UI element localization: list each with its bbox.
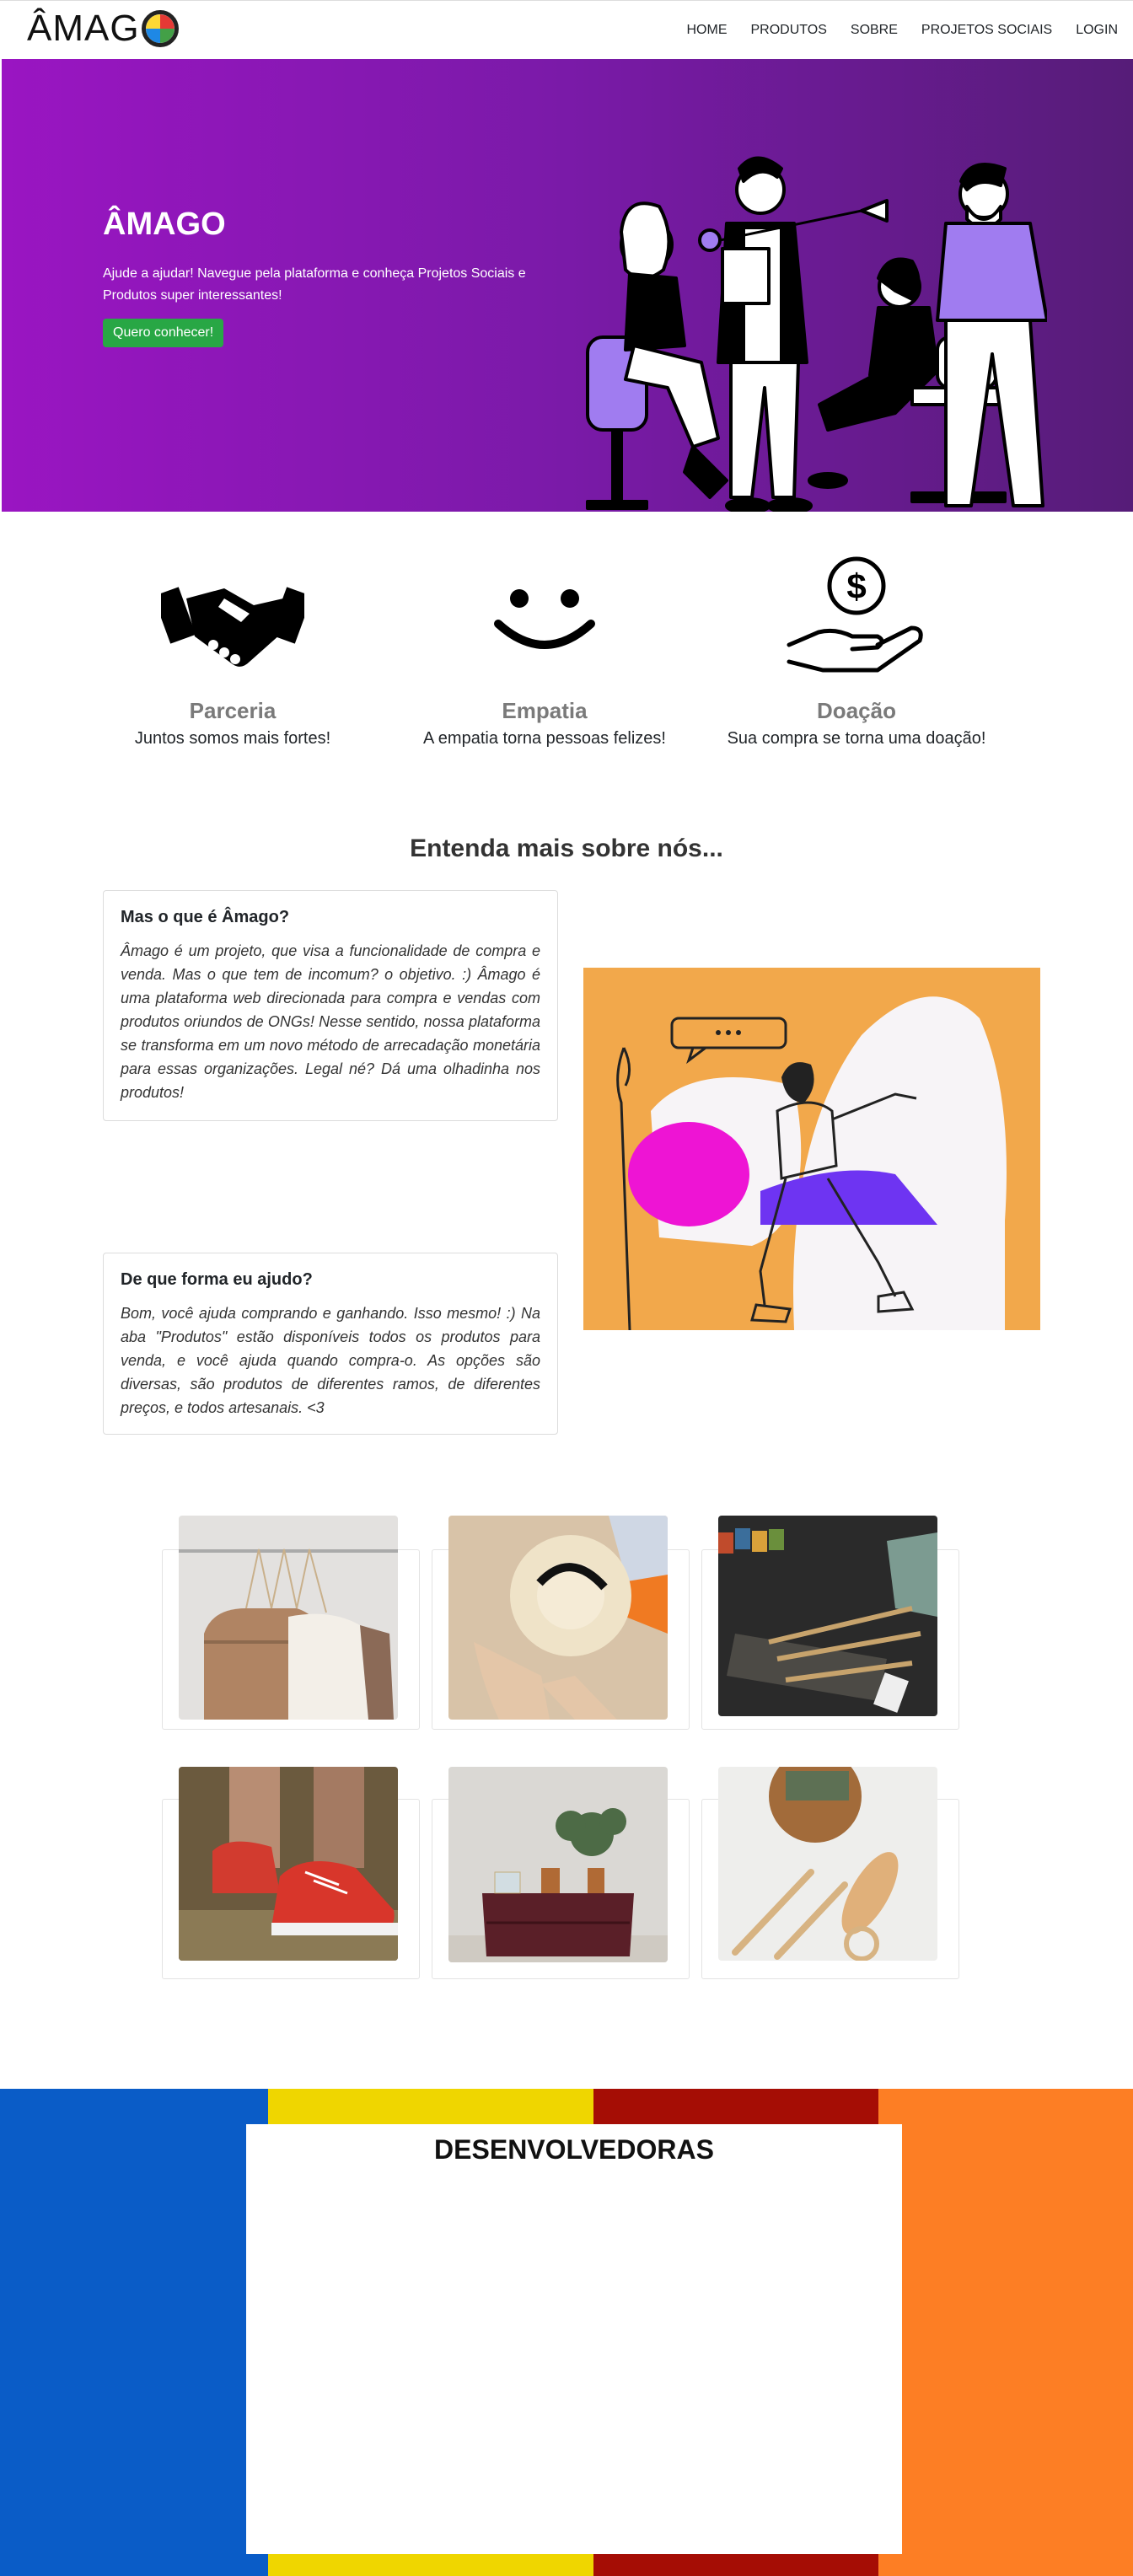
developers-title: DESENVOLVEDORAS <box>434 2134 714 2165</box>
cta-button[interactable]: Quero conhecer! <box>103 319 224 347</box>
svg-text:$: $ <box>846 566 866 606</box>
product-image-hat[interactable] <box>448 1516 668 1720</box>
product-image-toothbrushes[interactable] <box>718 1767 937 1961</box>
nav-sobre[interactable]: SOBRE <box>851 23 898 38</box>
logo-text: ÂMAG <box>27 8 140 49</box>
feature-empatia: Empatia A empatia torna pessoas felizes! <box>384 556 705 749</box>
feature-subtitle: Sua compra se torna uma doação! <box>727 729 986 748</box>
donation-hand-icon: $ <box>696 556 1017 683</box>
card-text: Bom, você ajuda comprando e ganhando. Is… <box>121 1305 540 1416</box>
hero-subtitle: Ajude a ajudar! Navegue pela plataforma … <box>103 266 526 303</box>
nav-projetos-sociais[interactable]: PROJETOS SOCIAIS <box>921 23 1052 38</box>
feature-title: Empatia <box>502 698 588 723</box>
nav-home[interactable]: HOME <box>687 23 728 38</box>
navbar: ÂMAG HOME PRODUTOS SOBRE PROJETOS SOCIAI… <box>0 0 1133 59</box>
feature-subtitle: Juntos somos mais fortes! <box>134 729 331 748</box>
team-illustration <box>586 156 1047 512</box>
product-image-brushes[interactable] <box>718 1516 937 1716</box>
hero-title: ÂMAGO <box>103 207 226 242</box>
feature-parceria: Parceria Juntos somos mais fortes! <box>72 556 393 749</box>
feature-title: Doação <box>817 698 896 723</box>
about-card-how: De que forma eu ajudo? Bom, você ajuda c… <box>103 1253 558 1435</box>
hero-banner: ÂMAGO Ajude a ajudar! Navegue pela plata… <box>2 59 1133 512</box>
card-title: De que forma eu ajudo? <box>121 1270 313 1289</box>
developers-panel: DESENVOLVEDORAS <box>246 2124 902 2554</box>
handshake-icon <box>72 556 393 683</box>
card-title: Mas o que é Âmago? <box>121 908 290 926</box>
stripe-blue <box>0 2089 268 2576</box>
logo-globe-icon <box>141 10 179 47</box>
about-card-what: Mas o que é Âmago? Âmago é um projeto, q… <box>103 890 558 1121</box>
product-image-dresser[interactable] <box>448 1767 668 1962</box>
nav-produtos[interactable]: PRODUTOS <box>751 23 827 38</box>
product-image-sneakers[interactable] <box>179 1767 398 1961</box>
nav-menu: HOME PRODUTOS SOBRE PROJETOS SOCIAIS LOG… <box>675 1 1130 60</box>
card-text: Âmago é um projeto, que visa a funcional… <box>121 942 540 1101</box>
feature-title: Parceria <box>189 698 277 723</box>
product-image-sweaters[interactable] <box>179 1516 398 1720</box>
about-heading: Entenda mais sobre nós... <box>410 835 723 862</box>
nav-login[interactable]: LOGIN <box>1076 23 1118 38</box>
woman-chatting-illustration <box>583 968 1040 1330</box>
brand-logo[interactable]: ÂMAG <box>27 6 179 51</box>
feature-doacao: $ Doação Sua compra se torna uma doação! <box>696 556 1017 749</box>
stripe-orange <box>878 2089 1133 2576</box>
feature-subtitle: A empatia torna pessoas felizes! <box>423 729 666 748</box>
smile-icon <box>384 556 705 683</box>
